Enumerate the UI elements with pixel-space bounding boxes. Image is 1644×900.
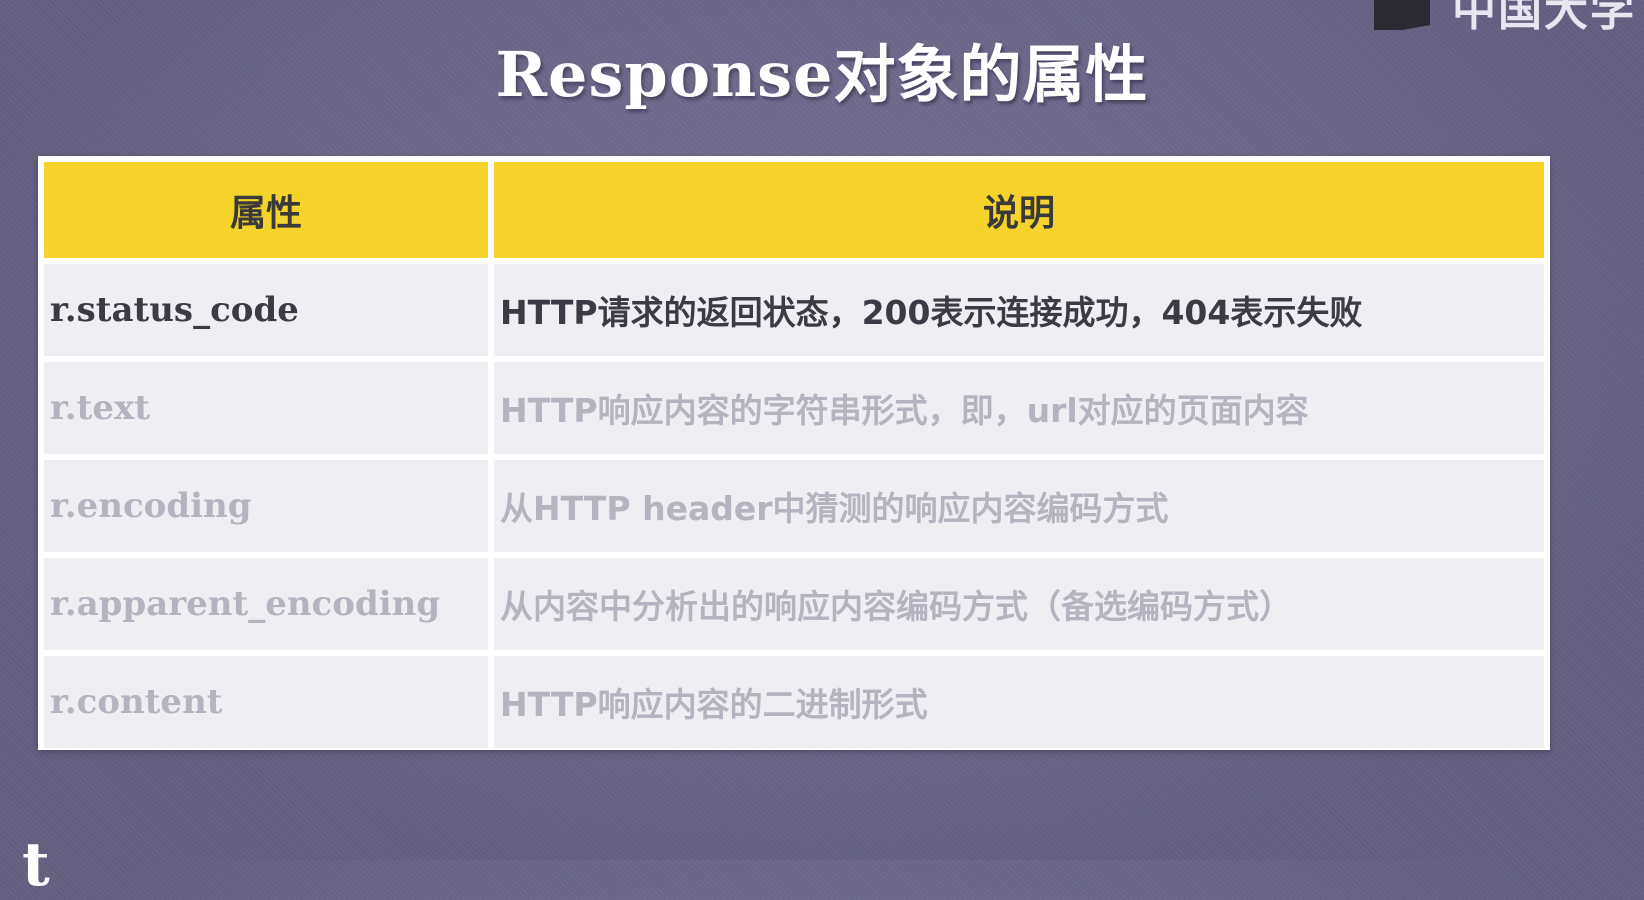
attribute-cell: r.apparent_encoding — [44, 558, 488, 650]
attribute-cell: r.content — [44, 656, 488, 748]
header-description: 说明 — [494, 162, 1544, 258]
description-cell: 从内容中分析出的响应内容编码方式（备选编码方式） — [494, 558, 1544, 650]
attribute-table: 属性 说明 r.status_code HTTP请求的返回状态，200表示连接成… — [38, 156, 1550, 754]
table-row: r.encoding 从HTTP header中猜测的响应内容编码方式 — [44, 460, 1544, 552]
attribute-table-container: 属性 说明 r.status_code HTTP请求的返回状态，200表示连接成… — [38, 156, 1550, 750]
description-cell: HTTP响应内容的二进制形式 — [494, 656, 1544, 748]
attribute-cell: r.status_code — [44, 264, 488, 356]
table-row: r.text HTTP响应内容的字符串形式，即，url对应的页面内容 — [44, 362, 1544, 454]
slide-title: Response对象的属性 — [495, 38, 1149, 111]
partial-next-slide-text: t — [22, 830, 50, 900]
table-header-row: 属性 说明 — [44, 162, 1544, 258]
description-cell: HTTP请求的返回状态，200表示连接成功，404表示失败 — [494, 264, 1544, 356]
header-attribute: 属性 — [44, 162, 488, 258]
description-cell: 从HTTP header中猜测的响应内容编码方式 — [494, 460, 1544, 552]
table-row: r.status_code HTTP请求的返回状态，200表示连接成功，404表… — [44, 264, 1544, 356]
table-row: r.apparent_encoding 从内容中分析出的响应内容编码方式（备选编… — [44, 558, 1544, 650]
description-cell: HTTP响应内容的字符串形式，即，url对应的页面内容 — [494, 362, 1544, 454]
attribute-cell: r.text — [44, 362, 488, 454]
attribute-cell: r.encoding — [44, 460, 488, 552]
table-row: r.content HTTP响应内容的二进制形式 — [44, 656, 1544, 748]
